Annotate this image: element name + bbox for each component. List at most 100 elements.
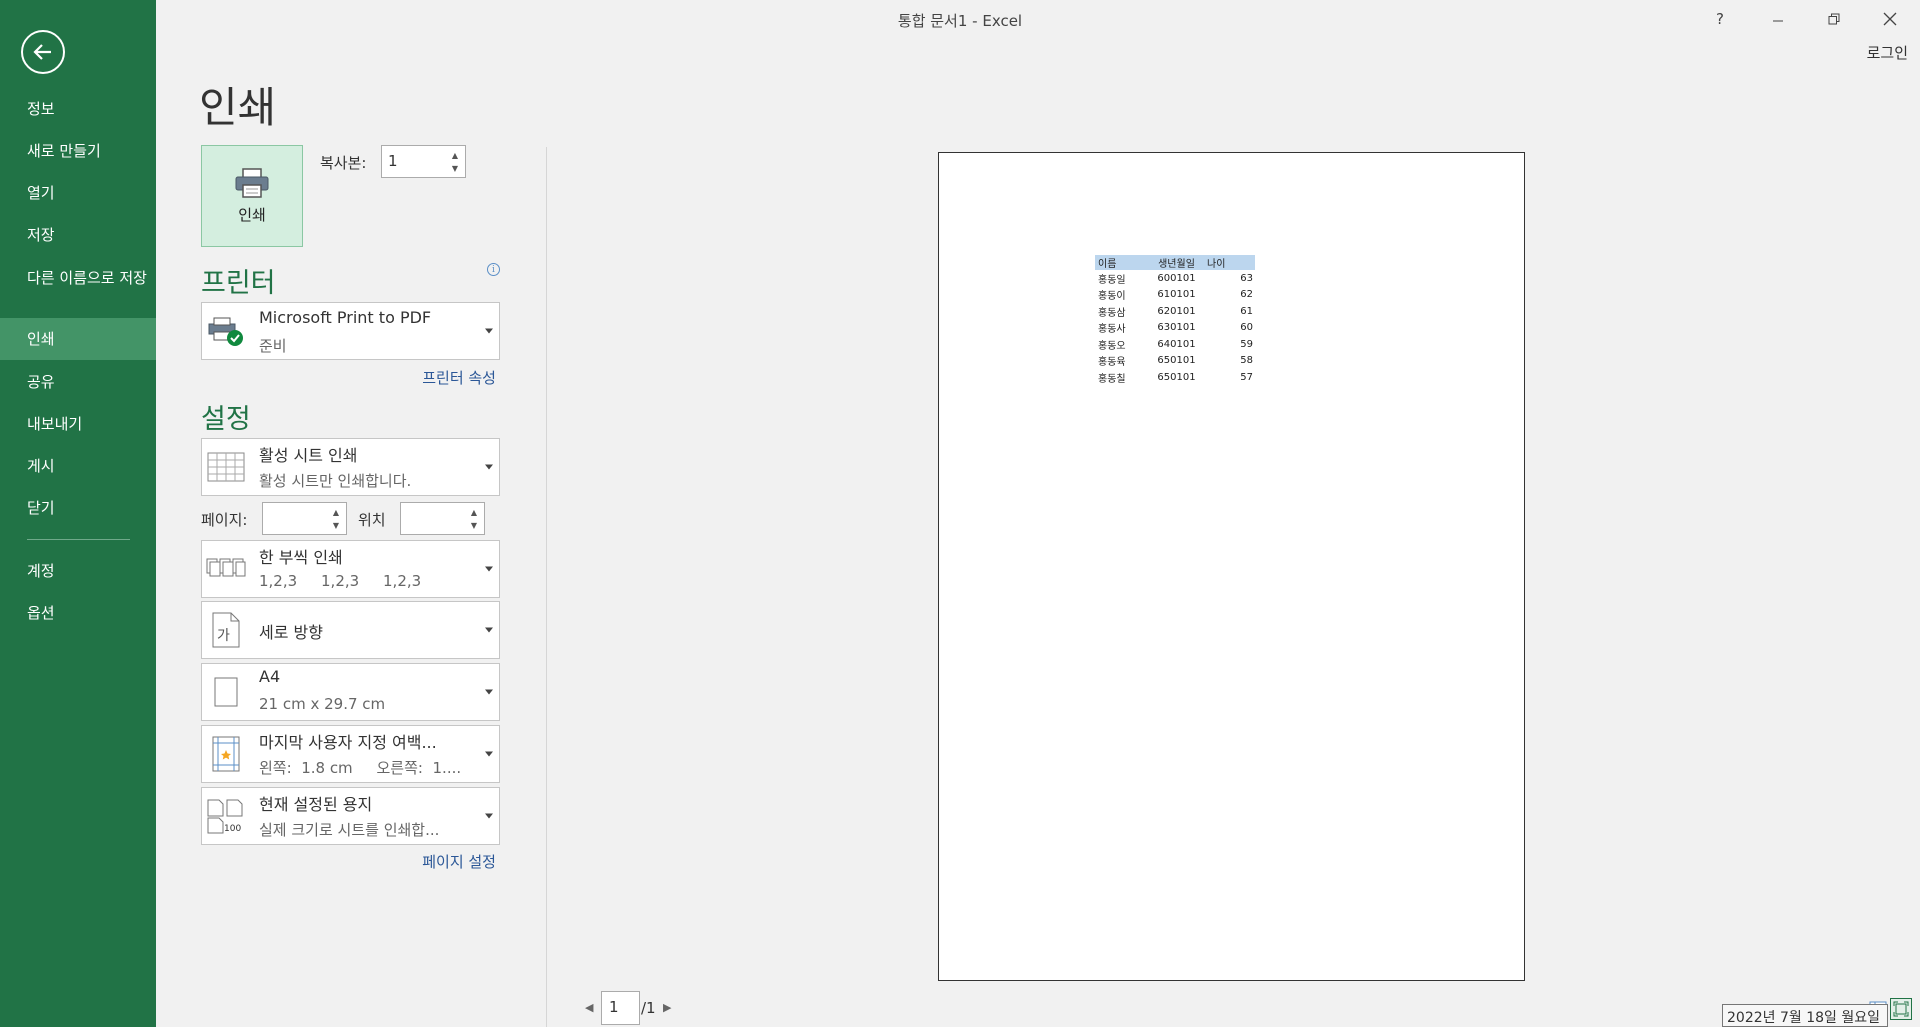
preview-cell: 650101 [1157, 371, 1196, 383]
preview-row: 홍동육 650101 58 [1095, 353, 1255, 370]
margins-icon [206, 736, 246, 772]
preview-row: 홍동일 600101 63 [1095, 270, 1255, 287]
margins-title: 마지막 사용자 지정 여백... [259, 733, 437, 752]
date-tooltip: 2022년 7월 18일 월요일 [1722, 1004, 1888, 1027]
nav-item-6[interactable]: 공유 [0, 372, 156, 392]
pages-to-spinner[interactable]: ▲ ▼ [400, 502, 485, 535]
printer-heading: 프린터 [201, 268, 276, 299]
svg-text:100: 100 [224, 824, 241, 834]
preview-cell: 650101 [1157, 355, 1196, 367]
collate-icon [206, 551, 246, 587]
nav-item-5[interactable]: 인쇄 [0, 318, 156, 360]
preview-cell: 58 [1240, 355, 1253, 367]
dropdown-arrow-icon [485, 751, 493, 757]
preview-cell: 홍동이 [1098, 291, 1126, 303]
zoom-to-page-icon[interactable] [1890, 998, 1912, 1020]
nav-item-7[interactable]: 내보내기 [0, 414, 156, 434]
pane-divider [546, 147, 547, 1027]
back-arrow-icon [33, 44, 51, 60]
nav-item-3[interactable]: 저장 [0, 225, 156, 245]
window-title: 통합 문서1 - Excel [897, 12, 1023, 30]
pages-to-label: 위치 [358, 511, 386, 529]
pages-from-spinner[interactable]: ▲ ▼ [262, 502, 347, 535]
preview-cell: 홍동칠 [1098, 373, 1126, 385]
spin-up-icon[interactable]: ▲ [329, 505, 343, 519]
backstage-nav: 정보새로 만들기열기저장다른 이름으로 저장인쇄공유내보내기게시닫기계정옵션 [0, 0, 156, 1027]
print-scope-sub: 활성 시트만 인쇄합니다. [259, 472, 412, 490]
printer-status: 준비 [259, 337, 287, 355]
portrait-page-icon: 가 [206, 612, 246, 648]
preview-cell: 59 [1240, 338, 1253, 350]
settings-heading: 설정 [201, 404, 251, 435]
paper-size-sub: 21 cm x 29.7 cm [259, 695, 386, 713]
svg-text:가: 가 [217, 628, 230, 644]
preview-cell: 61 [1240, 305, 1253, 317]
copies-spinner[interactable]: 1 ▲ ▼ [381, 145, 466, 178]
paper-size-dropdown[interactable]: A4 21 cm x 29.7 cm [201, 663, 500, 721]
nav-item-4[interactable]: 다른 이름으로 저장 [0, 268, 156, 288]
total-pages: /1 [641, 999, 656, 1017]
preview-cell: 620101 [1157, 305, 1196, 317]
margins-dropdown[interactable]: 마지막 사용자 지정 여백... 왼쪽: 1.8 cm 오른쪽: 1.... [201, 725, 500, 783]
print-preview-page: 이름 생년월일 나이 홍동일 600101 63 홍동이 610101 62 홍동삼 6201… [938, 152, 1525, 981]
print-scope-dropdown[interactable]: 활성 시트 인쇄 활성 시트만 인쇄합니다. [201, 438, 500, 496]
spin-down-icon[interactable]: ▼ [448, 161, 462, 175]
preview-table: 이름 생년월일 나이 홍동일 600101 63 홍동이 610101 62 홍동삼 6201… [1095, 255, 1255, 386]
spin-up-icon[interactable]: ▲ [448, 148, 462, 162]
help-icon: ? [1716, 10, 1724, 28]
spin-down-icon[interactable]: ▼ [467, 518, 481, 532]
collate-dropdown[interactable]: 한 부씩 인쇄 1,2,3 1,2,3 1,2,3 [201, 540, 500, 598]
preview-cell: 62 [1240, 289, 1253, 301]
help-button[interactable]: ? [1703, 6, 1737, 32]
orientation-dropdown[interactable]: 가 세로 방향 [201, 601, 500, 659]
close-button[interactable] [1873, 6, 1907, 32]
dropdown-arrow-icon [485, 813, 493, 819]
nav-item-11[interactable]: 옵션 [0, 603, 156, 623]
nav-item-0[interactable]: 정보 [0, 99, 156, 119]
nav-item-9[interactable]: 닫기 [0, 498, 156, 518]
nav-item-8[interactable]: 게시 [0, 456, 156, 476]
nav-item-2[interactable]: 열기 [0, 183, 156, 203]
nav-item-10[interactable]: 계정 [0, 561, 156, 581]
scaling-sub: 실제 크기로 시트를 인쇄합... [259, 821, 440, 839]
margins-sub: 왼쪽: 1.8 cm 오른쪽: 1.... [259, 759, 462, 777]
print-button-label: 인쇄 [238, 205, 266, 224]
print-scope-title: 활성 시트 인쇄 [259, 446, 358, 465]
page-setup-link[interactable]: 페이지 설정 [422, 851, 496, 872]
header-cell: 생년월일 [1158, 259, 1195, 270]
login-link[interactable]: 로그인 [1867, 42, 1908, 63]
copies-label: 복사본: [320, 154, 367, 172]
preview-row: 홍동칠 650101 57 [1095, 369, 1255, 386]
current-page-input[interactable]: 1 [601, 991, 640, 1025]
scaling-title: 현재 설정된 용지 [259, 795, 373, 814]
minimize-button[interactable] [1761, 6, 1795, 32]
nav-item-1[interactable]: 새로 만들기 [0, 141, 156, 161]
copies-value[interactable]: 1 [388, 152, 398, 170]
restore-button[interactable] [1817, 6, 1851, 32]
scaling-dropdown[interactable]: 100 현재 설정된 용지 실제 크기로 시트를 인쇄합... [201, 787, 500, 845]
printer-properties-link[interactable]: 프린터 속성 [422, 367, 496, 388]
paper-icon [206, 674, 246, 710]
close-icon [1883, 12, 1897, 26]
back-button[interactable] [21, 30, 65, 74]
header-cell: 이름 [1098, 259, 1117, 270]
dropdown-arrow-icon [485, 566, 493, 572]
printer-icon [235, 167, 269, 198]
spin-up-icon[interactable]: ▲ [467, 505, 481, 519]
next-page-button[interactable]: ▶ [663, 1001, 671, 1014]
sheet-grid-icon [206, 449, 246, 485]
print-button[interactable]: 인쇄 [201, 145, 303, 247]
info-icon[interactable]: i [487, 263, 500, 276]
preview-cell: 57 [1240, 371, 1253, 383]
paper-size-title: A4 [259, 667, 281, 686]
printer-dropdown[interactable]: Microsoft Print to PDF 준비 [201, 302, 500, 360]
prev-page-button[interactable]: ◀ [585, 1001, 593, 1014]
preview-row: 홍동오 640101 59 [1095, 336, 1255, 353]
preview-cell: 600101 [1157, 272, 1196, 284]
dropdown-arrow-icon [485, 689, 493, 695]
preview-cell: 63 [1240, 272, 1253, 284]
spin-down-icon[interactable]: ▼ [329, 518, 343, 532]
dropdown-arrow-icon [485, 464, 493, 470]
preview-cell: 홍동사 [1098, 324, 1126, 336]
orientation-title: 세로 방향 [259, 623, 323, 642]
